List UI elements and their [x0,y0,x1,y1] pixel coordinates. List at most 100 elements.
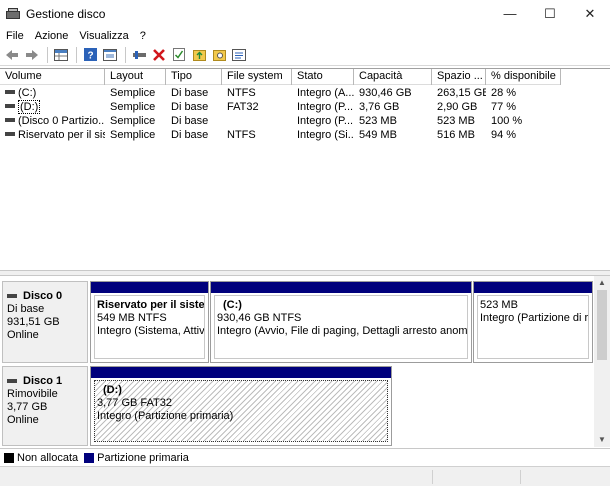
menu-file[interactable]: File [0,30,29,42]
properties-icon[interactable] [101,46,119,64]
disk-1-name: Disco 1 [7,375,87,388]
disk-0-name: Disco 0 [7,290,87,303]
legend-swatch-unallocated [4,452,14,463]
partition-status: Integro (Avvio, File di paging, Dettagli… [217,325,468,337]
partition-size: 930,46 GB NTFS [217,312,302,324]
cell-spazio: 523 MB [437,115,475,127]
column-header-file-system[interactable]: File system [222,69,292,85]
cell-stato: Integro (P... [297,101,354,113]
drive-icon [5,90,15,95]
cell-tipo: Di base [171,115,209,127]
legend-swatch-primary [84,452,95,463]
partition-body: Riservato per il sistema 549 MB NTFS Int… [94,295,205,359]
partition-d[interactable]: (D:) 3,77 GB FAT32 Integro (Partizione p… [90,366,392,446]
list-icon[interactable] [230,46,248,64]
column-header-spazio[interactable]: Spazio ... [432,69,486,85]
partition-body: (D:) 3,77 GB FAT32 Integro (Partizione p… [94,380,388,442]
partition-body: (C:) 930,46 GB NTFS Integro (Avvio, File… [214,295,468,359]
svg-text:?: ? [87,51,93,62]
back-icon[interactable] [3,46,21,64]
partition-status: Integro (Partizione di ripr [480,312,589,324]
menu-bar: File Azione Visualizza ? [0,27,610,44]
partition-status: Integro (Sistema, Attivo, P [97,325,205,337]
cell-capacita: 930,46 GB [359,87,412,99]
menu-help[interactable]: ? [134,30,151,42]
cell-spazio: 2,90 GB [437,101,478,113]
cell-tipo: Di base [171,87,209,99]
legend-label-unallocated: Non allocata [17,451,79,464]
cell-file-system: FAT32 [227,101,259,113]
cell-layout: Semplice [110,101,156,113]
cell-volume: Riservato per il sis... [0,128,105,142]
delete-icon[interactable] [150,46,168,64]
title-bar: Gestione disco — ☐ ✕ [0,0,610,27]
partition-size: 3,77 GB FAT32 [97,397,173,409]
window-title: Gestione disco [26,6,106,21]
partition-bar [91,367,391,378]
status-bar-divider [432,470,433,484]
table-row[interactable]: Riservato per il sis... Semplice Di base… [0,128,561,142]
cell-file-system: NTFS [227,129,256,141]
legend: Non allocata Partizione primaria [0,448,610,466]
folder-search-icon[interactable] [210,46,228,64]
cell-stato: Integro (P... [297,115,354,127]
scroll-down-icon[interactable]: ▼ [594,433,610,447]
column-header-layout[interactable]: Layout [105,69,166,85]
scrollbar-thumb[interactable] [597,290,607,360]
connect-icon[interactable] [130,46,148,64]
status-bar-divider [520,470,521,484]
column-header-volume[interactable]: Volume [0,69,105,85]
partition-bar [91,282,208,293]
partition-body: 523 MB Integro (Partizione di ripr [477,295,589,359]
toolbar: ? [0,44,610,66]
maximize-icon: ☐ [544,5,556,21]
help-icon[interactable]: ? [81,46,99,64]
disk-0-status: Online [7,329,39,341]
disk-view-scrollbar[interactable]: ▲ ▼ [594,276,610,447]
partition-title: (C:) [223,299,242,311]
maximize-button[interactable]: ☐ [530,0,570,27]
forward-icon[interactable] [23,46,41,64]
disk-0-size: 931,51 GB [7,316,60,328]
column-header-stato[interactable]: Stato [292,69,354,85]
close-button[interactable]: ✕ [570,0,610,27]
partition-status: Integro (Partizione primaria) [97,410,234,422]
grid-icon[interactable] [52,46,70,64]
cell-volume: (C:) [0,86,105,100]
column-header-capacita[interactable]: Capacità [354,69,432,85]
minimize-button[interactable]: — [490,0,530,27]
cell-volume: (Disco 0 Partizio... [0,114,105,128]
cell-layout: Semplice [110,115,156,127]
partition-bar [474,282,592,293]
drive-icon [5,118,15,123]
partition-bar [211,282,471,293]
disk-1-label[interactable]: Disco 1 Rimovibile 3,77 GB Online [2,366,88,446]
cell-capacita: 549 MB [359,129,397,141]
partition-c[interactable]: (C:) 930,46 GB NTFS Integro (Avvio, File… [210,281,472,363]
partition-system-reserved[interactable]: Riservato per il sistema 549 MB NTFS Int… [90,281,209,363]
partition-recovery[interactable]: 523 MB Integro (Partizione di ripr [473,281,593,363]
disk-management-icon [6,7,20,20]
table-row[interactable]: (Disco 0 Partizio... Semplice Di base In… [0,114,561,128]
cell-file-system [222,114,292,128]
disk-0-label[interactable]: Disco 0 Di base 931,51 GB Online [2,281,88,363]
cell-spazio: 263,15 GB [437,87,486,99]
toolbar-separator [76,46,77,63]
status-bar [0,466,610,486]
column-header-disponibile[interactable]: % disponibile [486,69,561,85]
cell-volume: (D:) [0,100,105,114]
close-icon: ✕ [584,5,596,21]
scroll-up-icon[interactable]: ▲ [594,276,610,290]
cell-tipo: Di base [171,101,209,113]
menu-visualizza[interactable]: Visualizza [73,30,133,42]
cell-tipo: Di base [171,129,209,141]
menu-azione[interactable]: Azione [29,30,74,42]
table-row[interactable]: (C:) Semplice Di base NTFS Integro (A...… [0,86,561,100]
folder-up-icon[interactable] [190,46,208,64]
toolbar-separator [47,46,48,63]
check-icon[interactable] [170,46,188,64]
volume-list-header: Volume Layout Tipo File system Stato Cap… [0,69,561,85]
column-header-tipo[interactable]: Tipo [166,69,222,85]
table-row[interactable]: (D:) Semplice Di base FAT32 Integro (P..… [0,100,561,114]
disk-0-type: Di base [7,303,45,315]
